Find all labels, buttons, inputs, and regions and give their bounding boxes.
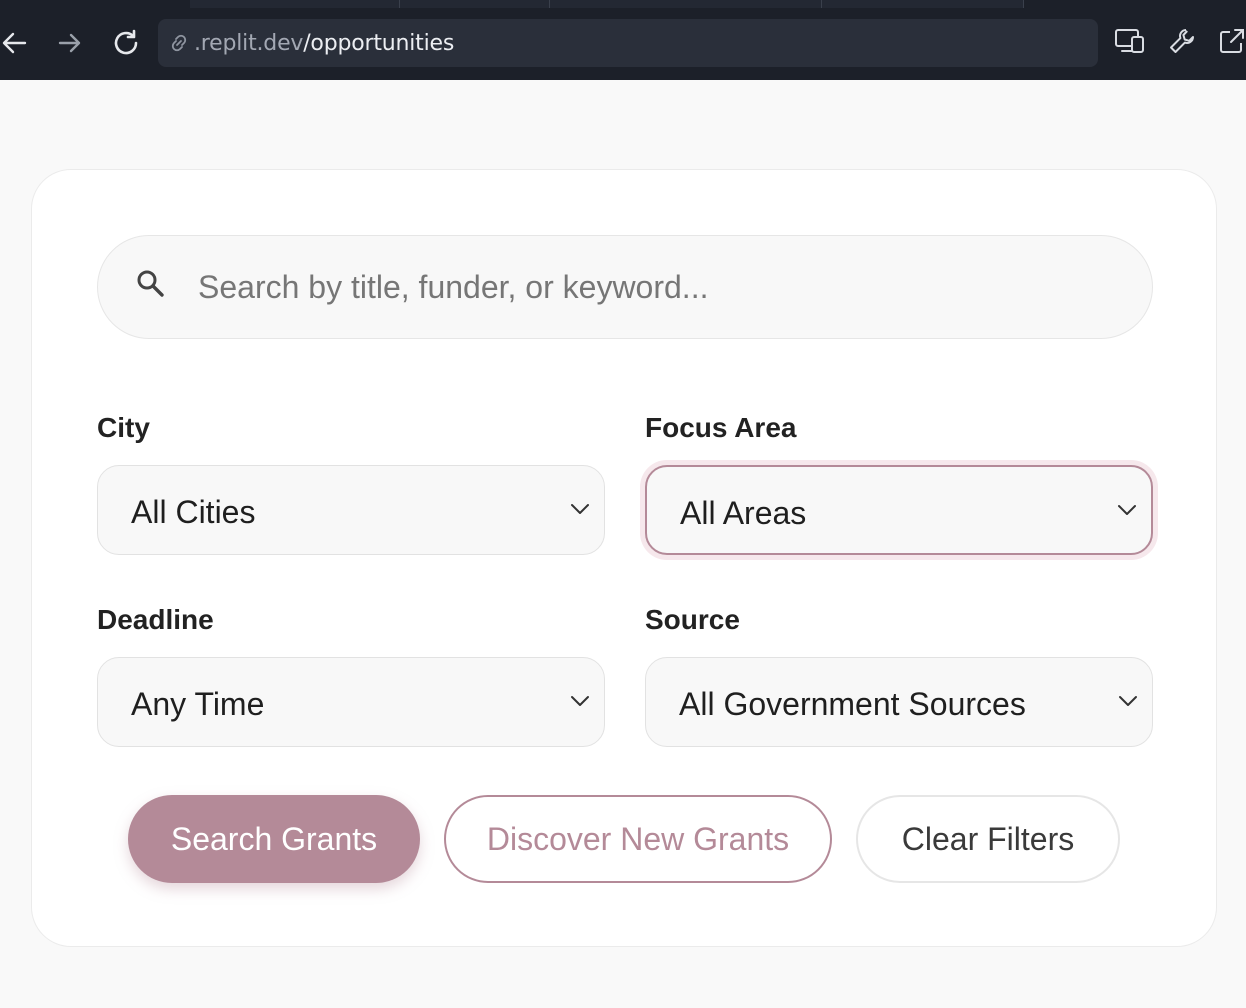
search-icon: [134, 267, 166, 299]
search-input[interactable]: [198, 254, 1118, 320]
forward-arrow-icon: [57, 31, 83, 55]
chevron-down-icon: [1118, 694, 1138, 708]
city-selected-value: All Cities: [131, 494, 256, 530]
tools-button[interactable]: [1164, 25, 1200, 61]
devices-icon: [1114, 26, 1146, 61]
chevron-down-icon: [570, 694, 590, 708]
url-host: .replit.dev: [194, 30, 304, 56]
city-label: City: [97, 412, 150, 443]
chevron-down-icon: [1117, 503, 1137, 517]
address-bar[interactable]: .replit.dev/opportunities: [158, 19, 1098, 67]
clear-filters-button[interactable]: Clear Filters: [856, 795, 1120, 883]
link-icon: [166, 30, 192, 56]
forward-button[interactable]: [52, 24, 88, 62]
url-text: .replit.dev/opportunities: [194, 31, 454, 56]
deadline-label: Deadline: [97, 604, 214, 635]
search-box[interactable]: [97, 235, 1153, 339]
focus-area-select[interactable]: All Areas: [645, 465, 1153, 555]
wrench-icon: [1167, 26, 1197, 61]
chevron-down-icon: [570, 502, 590, 516]
browser-tab[interactable]: [190, 0, 400, 8]
focus-area-selected-value: All Areas: [680, 495, 807, 531]
discover-new-grants-button[interactable]: Discover New Grants: [444, 795, 832, 883]
open-external-icon: [1217, 26, 1246, 61]
source-select[interactable]: All Government Sources: [645, 657, 1153, 747]
deadline-selected-value: Any Time: [131, 686, 265, 722]
city-select[interactable]: All Cities: [97, 465, 605, 555]
devices-button[interactable]: [1112, 25, 1148, 61]
reload-button[interactable]: [108, 24, 144, 62]
back-button[interactable]: [0, 24, 32, 62]
search-grants-button[interactable]: Search Grants: [128, 795, 420, 883]
focus-area-label: Focus Area: [645, 412, 797, 443]
browser-tab[interactable]: [550, 0, 822, 8]
reload-icon: [111, 28, 141, 58]
browser-toolbar: .replit.dev/opportunities: [0, 0, 1246, 80]
deadline-select[interactable]: Any Time: [97, 657, 605, 747]
url-path: /opportunities: [303, 30, 455, 56]
source-label: Source: [645, 604, 740, 635]
back-arrow-icon: [1, 31, 27, 55]
browser-tab[interactable]: [400, 0, 550, 8]
open-new-tab-button[interactable]: [1214, 25, 1246, 61]
filter-card: City All Cities Focus Area All Areas Dea…: [31, 169, 1217, 947]
browser-tab[interactable]: [822, 0, 1024, 8]
source-selected-value: All Government Sources: [679, 686, 1026, 722]
tab-strip: [0, 0, 1246, 8]
